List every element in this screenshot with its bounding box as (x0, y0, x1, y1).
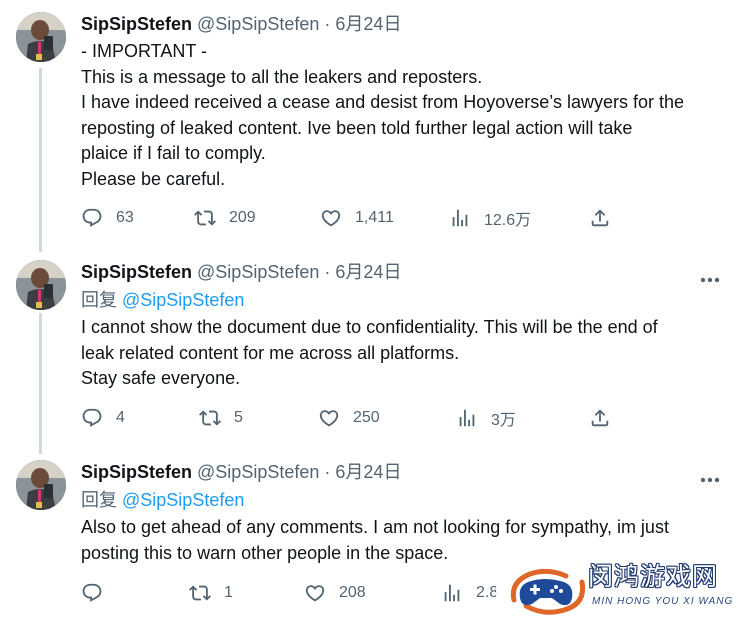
gamepad-logo-icon (510, 568, 586, 615)
like-count: 250 (353, 409, 380, 426)
tweet-actions: 63 209 1,411 12.6万 (0, 206, 746, 230)
more-button[interactable] (700, 270, 720, 283)
avatar-photo (16, 260, 66, 310)
like-count: 1,411 (355, 209, 394, 226)
separator-dot: · (324, 462, 331, 482)
reply-count: 4 (116, 409, 125, 426)
repost-icon (189, 585, 211, 601)
views-icon (444, 584, 460, 602)
reply-mention-link[interactable]: @SipSipStefen (122, 290, 244, 310)
display-name[interactable]: SipSipStefen (81, 262, 192, 282)
views-count: 3万 (491, 412, 516, 429)
like-button[interactable]: 250 (318, 406, 380, 430)
reply-context: 回复 @SipSipStefen (81, 488, 244, 512)
reply-button[interactable]: 63 (81, 206, 134, 230)
repost-button[interactable]: 1 (189, 581, 233, 605)
views-button[interactable]: 3万 (456, 406, 516, 430)
watermark-title: 闵鸿游戏网 (588, 562, 719, 591)
tweet-header: SipSipStefen @SipSipStefen · 6月24日 (81, 260, 401, 284)
tweet[interactable]: SipSipStefen @SipSipStefen · 6月24日 回复 @S… (0, 260, 746, 440)
share-icon (591, 209, 609, 227)
tweet-header: SipSipStefen @SipSipStefen · 6月24日 (81, 460, 401, 484)
like-count: 208 (339, 584, 366, 601)
tweet-text-line: I cannot show the document due to confid… (81, 317, 658, 337)
heart-icon (321, 210, 341, 227)
heart-icon (319, 410, 339, 427)
tweet[interactable]: SipSipStefen @SipSipStefen · 6月24日 - IMP… (0, 12, 746, 242)
user-handle[interactable]: @SipSipStefen (197, 14, 319, 34)
repost-icon (199, 410, 221, 426)
separator-dot: · (324, 262, 331, 282)
views-button[interactable]: 12.6万 (449, 206, 531, 230)
reply-button[interactable]: 4 (81, 406, 125, 430)
tweet-text-line: This is a message to all the leakers and… (81, 66, 483, 87)
user-handle[interactable]: @SipSipStefen (197, 262, 319, 282)
reply-count: 63 (116, 209, 134, 226)
reply-icon (82, 583, 102, 602)
more-button[interactable] (700, 470, 720, 483)
reply-context: 回复 @SipSipStefen (81, 288, 244, 312)
share-button[interactable] (589, 406, 611, 430)
tweet-text: I cannot show the document due to confid… (81, 315, 731, 392)
like-button[interactable]: 1,411 (320, 206, 394, 230)
avatar[interactable] (16, 12, 66, 62)
reply-prefix: 回复 (81, 490, 117, 510)
tweet-text-line: reposting of leaked content. Ive been to… (81, 117, 633, 138)
tweet-date[interactable]: 6月24日 (335, 14, 401, 34)
tweet-date[interactable]: 6月24日 (335, 262, 401, 282)
tweet-text-line: - IMPORTANT - (81, 41, 207, 61)
display-name[interactable]: SipSipStefen (81, 14, 192, 34)
reply-prefix: 回复 (81, 290, 117, 310)
tweet-text-line: Stay safe everyone. (81, 368, 241, 388)
tweet-date[interactable]: 6月24日 (335, 462, 401, 482)
views-icon (452, 209, 468, 227)
repost-count: 5 (234, 409, 243, 426)
repost-button[interactable]: 209 (194, 206, 256, 230)
tweet-header: SipSipStefen @SipSipStefen · 6月24日 (81, 12, 401, 36)
separator-dot: · (324, 14, 331, 34)
repost-count: 209 (229, 209, 256, 226)
reply-button[interactable] (81, 581, 116, 605)
reply-icon (82, 208, 102, 227)
repost-icon (194, 210, 216, 226)
repost-count: 1 (224, 584, 233, 601)
views-count: 2.8 (476, 584, 499, 601)
tweet-text-line: I have indeed received a cease and desis… (81, 92, 684, 112)
share-icon (591, 409, 609, 427)
views-icon (459, 409, 475, 427)
repost-button[interactable]: 5 (199, 406, 243, 430)
watermark: 闵鸿游戏网 MIN HONG YOU XI WANG (496, 552, 746, 627)
more-icon (700, 277, 720, 283)
avatar[interactable] (16, 460, 66, 510)
more-icon (700, 477, 720, 483)
tweet-text: - IMPORTANT - This is a message to all t… (81, 39, 731, 192)
views-count: 12.6万 (484, 212, 532, 229)
views-button[interactable]: 2.8 (441, 581, 498, 605)
like-button[interactable]: 208 (304, 581, 366, 605)
user-handle[interactable]: @SipSipStefen (197, 462, 319, 482)
avatar-photo (16, 12, 66, 62)
tweet-text-line: plaice if I fail to comply. (81, 143, 266, 163)
tweet-text-line: Please be careful. (81, 168, 226, 189)
share-button[interactable] (589, 206, 611, 230)
heart-icon (305, 585, 325, 602)
watermark-subtitle: MIN HONG YOU XI WANG (592, 596, 734, 607)
tweet-text-line: leak related content for me across all p… (81, 342, 460, 363)
tweet-text-line: Also to get ahead of any comments. I am … (81, 517, 669, 537)
tweet-actions: 4 5 250 3万 (0, 406, 746, 430)
reply-mention-link[interactable]: @SipSipStefen (122, 490, 244, 510)
avatar[interactable] (16, 260, 66, 310)
avatar-photo (16, 460, 66, 510)
display-name[interactable]: SipSipStefen (81, 462, 192, 482)
reply-icon (82, 408, 102, 427)
